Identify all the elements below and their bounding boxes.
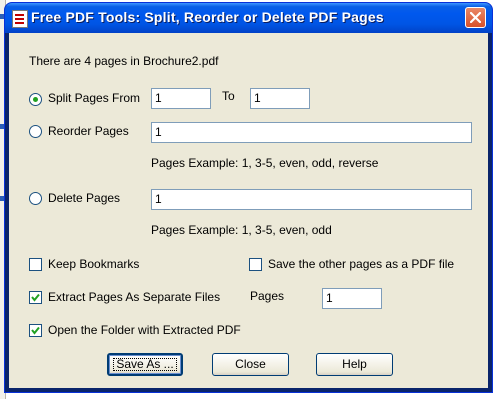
delete-pages-input[interactable]: 1 [151, 189, 472, 210]
pdf-app-icon [12, 10, 28, 28]
save-other-pages-label[interactable]: Save the other pages as a PDF file [268, 257, 454, 271]
help-button[interactable]: Help [316, 353, 393, 376]
pages-label: Pages [250, 289, 285, 303]
page-count-info: There are 4 pages in Brochure2.pdf [29, 54, 219, 68]
split-from-input[interactable]: 1 [151, 88, 211, 109]
title-bar[interactable]: Free PDF Tools: Split, Reorder or Delete… [5, 3, 492, 33]
close-button[interactable]: Close [212, 353, 289, 376]
close-label: Close [235, 357, 266, 371]
split-to-input[interactable]: 1 [250, 88, 310, 109]
reorder-radio[interactable] [29, 125, 42, 138]
open-folder-checkbox[interactable] [29, 324, 42, 337]
focus-ring [113, 358, 177, 371]
dialog-body: There are 4 pages in Brochure2.pdf Split… [9, 33, 488, 388]
open-folder-label[interactable]: Open the Folder with Extracted PDF [48, 323, 241, 337]
keep-bookmarks-label[interactable]: Keep Bookmarks [48, 257, 139, 271]
radio-dot-icon [33, 97, 38, 102]
extract-separate-label[interactable]: Extract Pages As Separate Files [48, 290, 220, 304]
close-x-icon [470, 12, 481, 23]
checkmark-icon [31, 293, 40, 302]
reorder-example: Pages Example: 1, 3-5, even, odd, revers… [151, 156, 379, 170]
split-label[interactable]: Split Pages From [48, 91, 140, 105]
delete-example: Pages Example: 1, 3-5, even, odd [151, 223, 332, 237]
checkmark-icon [31, 326, 40, 335]
save-other-pages-checkbox[interactable] [249, 258, 262, 271]
dialog-window: Free PDF Tools: Split, Reorder or Delete… [4, 2, 493, 393]
close-window-button[interactable] [465, 7, 486, 28]
help-label: Help [342, 357, 367, 371]
save-as-button[interactable]: Save As ... [107, 353, 183, 376]
reorder-pages-input[interactable]: 1 [151, 122, 472, 143]
split-radio[interactable] [29, 93, 42, 106]
extract-separate-checkbox[interactable] [29, 291, 42, 304]
window-title: Free PDF Tools: Split, Reorder or Delete… [31, 9, 384, 25]
delete-radio[interactable] [29, 192, 42, 205]
delete-label[interactable]: Delete Pages [48, 191, 120, 205]
split-to-label: To [222, 89, 235, 103]
extract-pages-input[interactable]: 1 [322, 288, 382, 309]
reorder-label[interactable]: Reorder Pages [48, 124, 129, 138]
keep-bookmarks-checkbox[interactable] [29, 258, 42, 271]
